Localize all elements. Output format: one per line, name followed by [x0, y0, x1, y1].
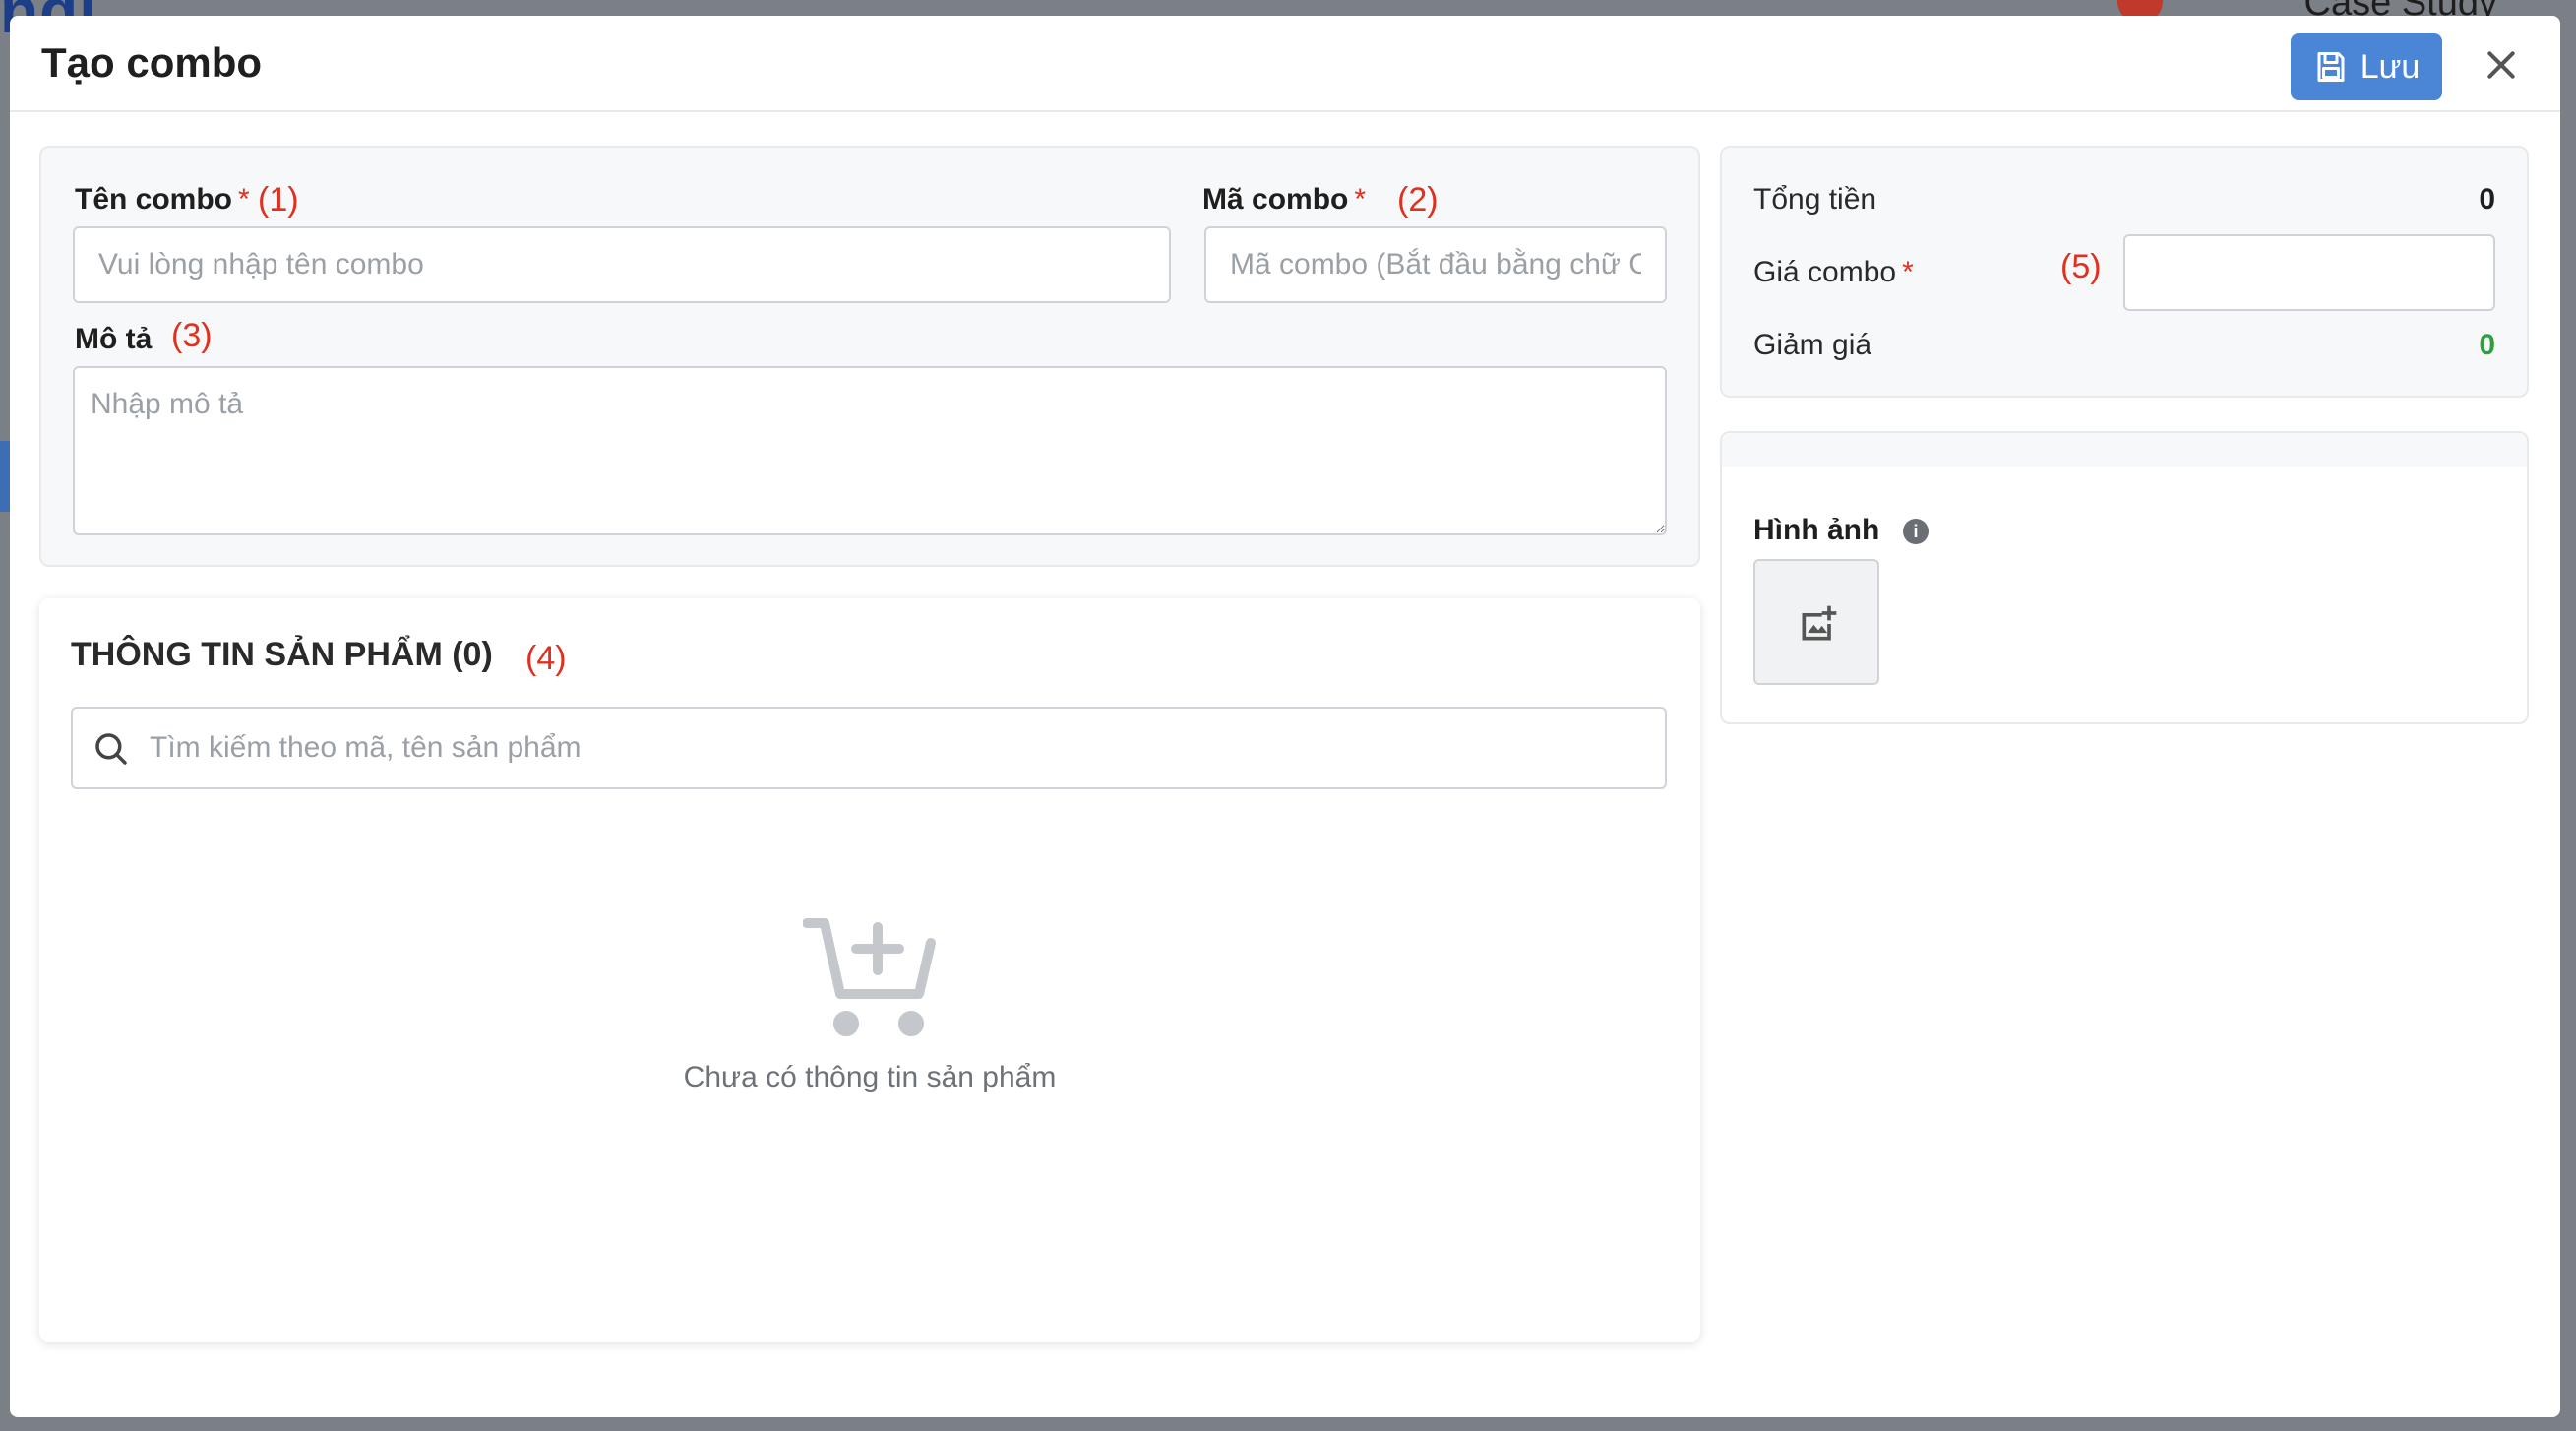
description-label: Mô tả [75, 323, 153, 355]
product-search-input[interactable] [150, 709, 1645, 787]
required-mark: * [238, 183, 250, 216]
product-section-title: THÔNG TIN SẢN PHẨM (0) [71, 636, 493, 673]
image-label: Hình ảnh [1753, 514, 1880, 546]
search-icon [95, 733, 127, 765]
annotation-4: (4) [525, 640, 567, 677]
discount-label: Giảm giá [1753, 329, 1872, 361]
total-label: Tổng tiền [1753, 183, 1877, 216]
required-mark: * [1902, 256, 1914, 288]
description-textarea[interactable] [73, 366, 1667, 535]
annotation-2: (2) [1397, 181, 1439, 218]
annotation-3: (3) [171, 317, 213, 354]
annotation-5: (5) [2060, 248, 2102, 285]
image-add-icon [1802, 605, 1837, 641]
create-combo-modal: Tạo combo Lưu Tên combo* (1) Mã combo* (… [10, 16, 2560, 1417]
empty-products-text: Chưa có thông tin sản phẩm [683, 1061, 1057, 1093]
combo-name-input[interactable] [73, 226, 1171, 303]
required-mark: * [1354, 183, 1367, 216]
annotation-1: (1) [258, 181, 299, 218]
save-button-label: Lưu [2360, 47, 2421, 86]
combo-code-input[interactable] [1204, 226, 1667, 303]
close-icon [2487, 51, 2515, 79]
image-upload-button[interactable] [1753, 559, 1879, 685]
save-icon [2317, 52, 2345, 82]
save-button[interactable]: Lưu [2291, 33, 2442, 100]
modal-title: Tạo combo [41, 39, 263, 86]
discount-value: 0 [2479, 329, 2495, 361]
image-card-header-band [1722, 433, 2527, 467]
background-sidebar-active [0, 441, 10, 512]
modal-header: Tạo combo Lưu [10, 16, 2560, 112]
product-search-box[interactable] [71, 707, 1667, 789]
combo-code-label: Mã combo * [1202, 183, 1367, 216]
info-icon[interactable]: i [1903, 519, 1929, 544]
combo-price-label: Giá combo * [1753, 256, 1914, 288]
product-info-card: THÔNG TIN SẢN PHẨM (0) (4) Chưa có thông… [39, 598, 1700, 1342]
total-value: 0 [2479, 183, 2495, 216]
close-button[interactable] [2482, 45, 2521, 85]
combo-price-input[interactable] [2123, 234, 2495, 311]
combo-name-label: Tên combo * [75, 183, 250, 216]
cart-add-icon [803, 918, 936, 1036]
